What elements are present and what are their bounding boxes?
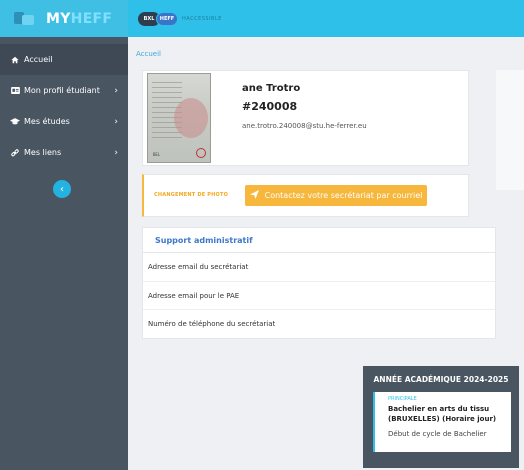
brand-name: MYHEFF [46, 11, 112, 27]
chevron-right-icon: › [114, 116, 118, 127]
chevron-right-icon: › [114, 85, 118, 96]
photo-change-label: CHANGEMENT DE PHOTO [154, 192, 229, 198]
breadcrumb[interactable]: Accueil [136, 50, 161, 58]
contact-secretariat-button[interactable]: Contactez votre secrétariat par courriel [245, 185, 427, 206]
chevron-right-icon: › [114, 147, 118, 158]
brand-logo[interactable]: MYHEFF [0, 0, 128, 37]
profile-card: BEL ane Trotro #240008 ane.trotro.240008… [142, 70, 469, 166]
id-card-icon [9, 87, 21, 94]
chevron-left-icon: ‹ [60, 183, 64, 195]
student-number: #240008 [242, 100, 298, 113]
program-cycle: Début de cycle de Bachelier [388, 430, 487, 438]
brand-part-1: MY [46, 10, 71, 27]
photo-code: BEL [153, 152, 161, 157]
academic-year-panel: ANNÉE ACADÉMIQUE 2024-2025 PRINCIPALE Ba… [363, 366, 519, 468]
brand-part-2: HEFF [70, 10, 113, 27]
sidebar-item-label: Mes études [24, 117, 70, 126]
link-icon [9, 148, 21, 157]
program-name: Bachelier en arts du tissu (BRUXELLES) (… [388, 405, 497, 423]
program-tag: PRINCIPALE [388, 396, 417, 402]
contact-button-label: Contactez votre secrétariat par courriel [264, 191, 423, 200]
side-panel-edge [496, 70, 524, 190]
support-row-email: Adresse email du secrétariat [148, 263, 249, 271]
send-icon [249, 189, 259, 202]
sidebar-menu: Accueil Mon profil étudiant › Mes études… [0, 44, 128, 168]
topbar-text: HACCESSIBLE [182, 15, 222, 22]
support-row-pae: Adresse email pour le PAE [143, 281, 495, 309]
logo-icon [12, 9, 40, 29]
app-badge-heff[interactable]: HEFF [156, 11, 178, 26]
student-name: ane Trotro [242, 83, 301, 94]
sidebar-item-label: Mes liens [24, 148, 62, 157]
photo-change-card: CHANGEMENT DE PHOTO Contactez votre secr… [142, 174, 469, 217]
home-icon [9, 56, 21, 64]
student-photo: BEL [147, 73, 211, 163]
photo-stamp-icon [174, 98, 208, 138]
support-card: Support administratif Adresse email du s… [142, 227, 496, 339]
sidebar: MYHEFF Accueil Mon profil étudiant › Mes… [0, 0, 128, 470]
sidebar-item-liens[interactable]: Mes liens › [0, 137, 128, 168]
program-card[interactable]: PRINCIPALE Bachelier en arts du tissu (B… [373, 392, 511, 452]
sidebar-item-etudes[interactable]: Mes études › [0, 106, 128, 137]
sidebar-item-label: Mon profil étudiant [24, 86, 100, 95]
sidebar-item-accueil[interactable]: Accueil [0, 44, 128, 75]
support-row-phone: Numéro de téléphone du secrétariat [143, 309, 495, 337]
support-title: Support administratif [143, 228, 495, 253]
topbar: BXL HEFF HACCESSIBLE [128, 0, 524, 37]
sidebar-item-label: Accueil [24, 55, 53, 64]
sidebar-collapse-button[interactable]: ‹ [53, 180, 71, 198]
academic-year-title: ANNÉE ACADÉMIQUE 2024-2025 [373, 375, 509, 384]
student-email: ane.trotro.240008@stu.he-ferrer.eu [242, 122, 367, 130]
sidebar-item-profil[interactable]: Mon profil étudiant › [0, 75, 128, 106]
photo-seal-icon [196, 148, 206, 158]
graduation-cap-icon [9, 118, 21, 125]
